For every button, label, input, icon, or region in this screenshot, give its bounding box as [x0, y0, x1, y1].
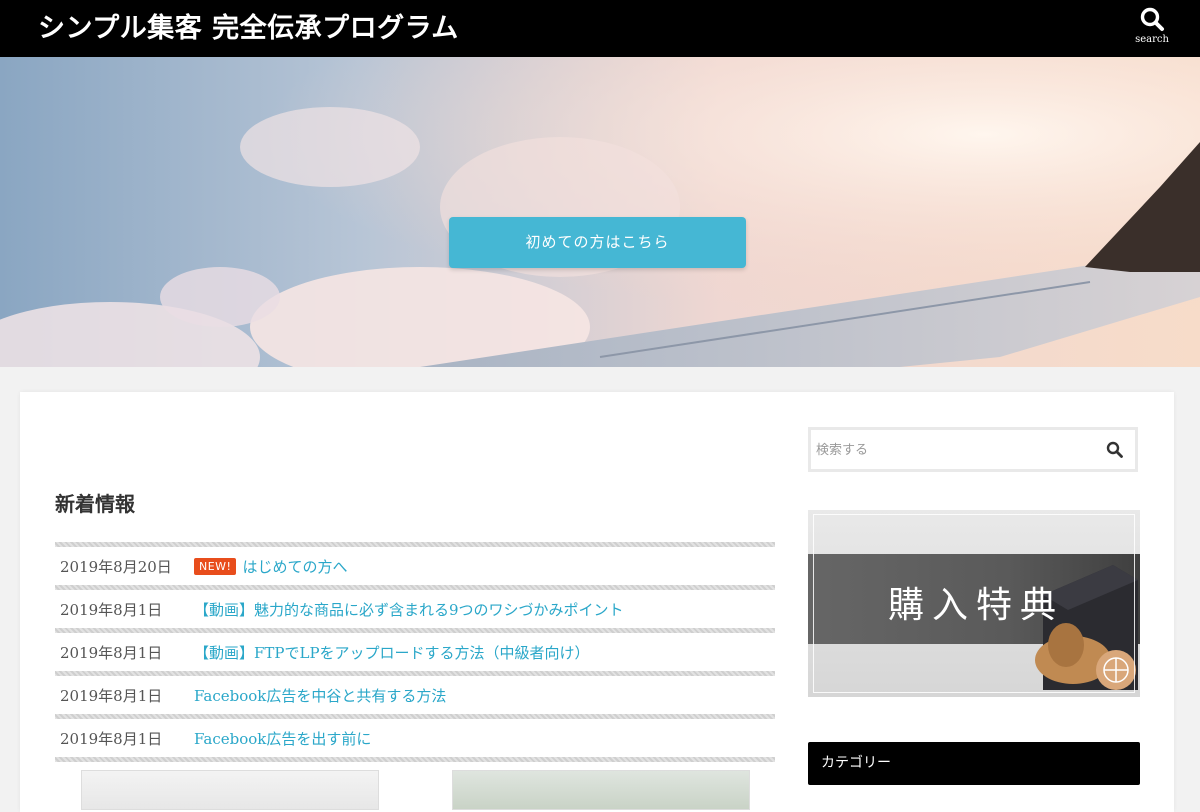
site-header: シンプル集客 完全伝承プログラム search: [0, 0, 1200, 57]
news-item: 2019年8月20日 NEW! はじめての方へ: [55, 547, 775, 585]
header-search-button[interactable]: search: [1124, 6, 1180, 50]
news-item: 2019年8月1日 【動画】魅力的な商品に必ず含まれる9つのワシづかみポイント: [55, 590, 775, 628]
news-link[interactable]: Facebook広告を中谷と共有する方法: [194, 685, 446, 706]
search-label: search: [1135, 34, 1169, 45]
news-date: 2019年8月1日: [60, 644, 163, 662]
news-item: 2019年8月1日 Facebook広告を出す前に: [55, 719, 775, 757]
news-link[interactable]: 【動画】FTPでLPをアップロードする方法（中級者向け）: [194, 642, 590, 663]
news-link-text[interactable]: はじめての方へ: [242, 558, 347, 576]
sidebar-search-box: [808, 427, 1138, 472]
search-icon: [1124, 6, 1180, 32]
news-date: 2019年8月20日: [60, 558, 172, 576]
news-item: 2019年8月1日 Facebook広告を中谷と共有する方法: [55, 676, 775, 714]
post-thumbnail[interactable]: [452, 770, 750, 810]
category-heading: カテゴリー: [808, 742, 1140, 785]
news-link[interactable]: NEW! はじめての方へ: [194, 556, 347, 577]
hero-banner: 初めての方はこちら: [0, 57, 1200, 367]
bonus-banner[interactable]: 購入特典: [808, 510, 1140, 697]
news-date: 2019年8月1日: [60, 730, 163, 748]
news-date: 2019年8月1日: [60, 687, 163, 705]
main-card: 新着情報 2019年8月20日 NEW! はじめての方へ 2019年8月1日 【動…: [20, 392, 1174, 812]
new-badge: NEW!: [194, 558, 237, 575]
search-input[interactable]: [814, 433, 1088, 468]
search-submit-icon[interactable]: [1106, 441, 1123, 462]
news-heading: 新着情報: [55, 492, 135, 516]
first-visit-button[interactable]: 初めての方はこちら: [449, 217, 746, 268]
site-title[interactable]: シンプル集客 完全伝承プログラム: [38, 6, 459, 45]
post-thumbnail[interactable]: [81, 770, 379, 810]
news-link[interactable]: Facebook広告を出す前に: [194, 728, 371, 749]
divider: [55, 757, 775, 762]
news-link[interactable]: 【動画】魅力的な商品に必ず含まれる9つのワシづかみポイント: [194, 599, 624, 620]
news-item: 2019年8月1日 【動画】FTPでLPをアップロードする方法（中級者向け）: [55, 633, 775, 671]
bonus-banner-text: 購入特典: [888, 585, 1065, 626]
news-date: 2019年8月1日: [60, 601, 163, 619]
hero-sky-image: [0, 57, 1200, 367]
news-list: 2019年8月20日 NEW! はじめての方へ 2019年8月1日 【動画】魅力的…: [55, 542, 775, 762]
